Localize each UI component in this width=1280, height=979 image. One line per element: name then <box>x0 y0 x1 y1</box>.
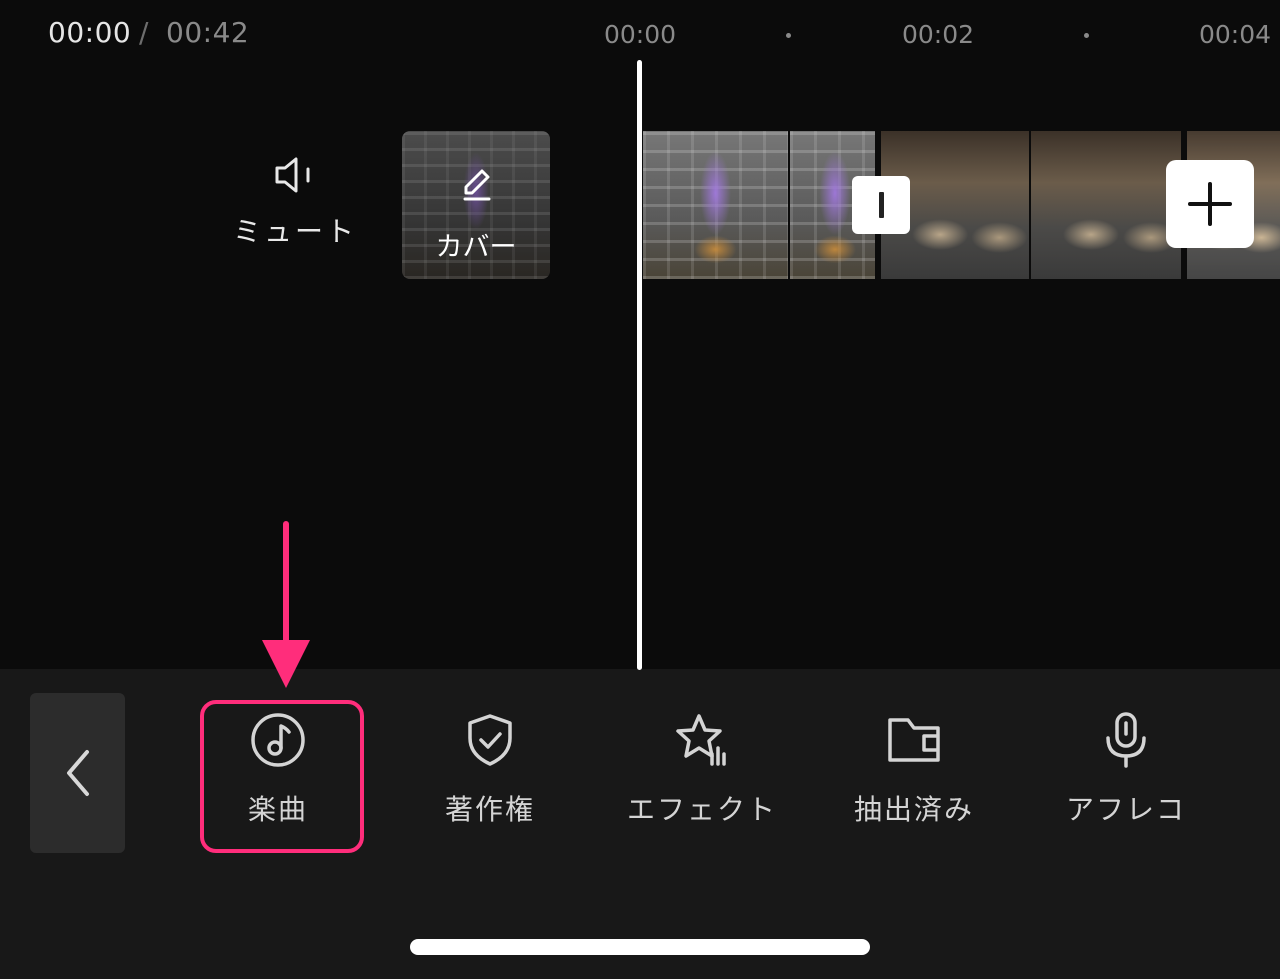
timeline-tick-label: 00:02 <box>901 20 975 49</box>
timeline-tick-dot <box>786 33 791 38</box>
tool-extracted-label: 抽出済み <box>853 793 974 826</box>
tool-effects-label: エフェクト <box>626 793 777 826</box>
add-clip-button[interactable] <box>1166 160 1254 248</box>
tool-effects[interactable]: エフェクト <box>607 710 797 828</box>
tool-copyright-label: 著作権 <box>444 793 535 826</box>
shield-check-icon <box>468 714 512 766</box>
clip-frame <box>1031 131 1181 279</box>
tool-copyright[interactable]: 著作権 <box>395 710 585 828</box>
timeline-tick-dot <box>1084 33 1089 38</box>
tool-extracted[interactable]: 抽出済み <box>819 710 1009 828</box>
mute-label: ミュート <box>232 215 357 248</box>
current-time: 00:00 <box>48 16 132 49</box>
back-button[interactable] <box>30 693 125 853</box>
playhead[interactable] <box>637 60 642 670</box>
transition-marker-icon <box>878 192 884 218</box>
speaker-icon <box>275 157 310 193</box>
chevron-left-icon <box>66 750 89 796</box>
video-clip[interactable] <box>881 131 1181 279</box>
cover-label: カバー <box>435 232 517 263</box>
timeline-tick-label: 00:00 <box>603 20 677 49</box>
highlight-box <box>200 700 364 853</box>
tool-voiceover[interactable]: アフレコ <box>1031 710 1221 828</box>
clip-frame <box>643 131 788 279</box>
microphone-icon <box>1106 712 1146 768</box>
pencil-icon <box>463 169 491 201</box>
cover-thumbnail-button[interactable]: カバー <box>402 131 550 279</box>
home-indicator[interactable] <box>410 939 870 955</box>
timeline-tick-label: 00:04 <box>1198 20 1272 49</box>
video-clip[interactable] <box>643 131 875 279</box>
star-sparkle-icon <box>676 714 726 766</box>
tool-voiceover-label: アフレコ <box>1065 793 1186 826</box>
time-separator: / <box>139 16 149 49</box>
transition-button[interactable] <box>852 176 910 234</box>
folder-icon <box>888 718 940 762</box>
total-duration: 00:42 <box>166 16 250 49</box>
arrow-down-icon <box>262 521 310 688</box>
mute-button[interactable]: ミュート <box>230 152 360 262</box>
plus-icon <box>1188 182 1232 226</box>
